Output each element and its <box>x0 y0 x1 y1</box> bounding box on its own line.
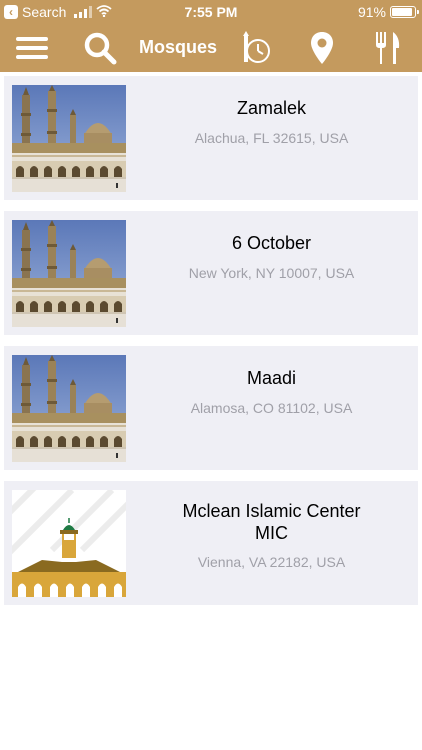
prayer-clock-icon[interactable] <box>238 30 274 66</box>
mosque-card[interactable]: Mclean Islamic Center MIC Vienna, VA 221… <box>4 481 418 605</box>
mosque-address: Alamosa, CO 81102, USA <box>190 400 353 416</box>
nav-bar: Mosques <box>0 24 422 72</box>
location-pin-icon[interactable] <box>304 30 340 66</box>
mosque-address: Alachua, FL 32615, USA <box>194 130 349 146</box>
mosque-name: 6 October <box>231 233 312 253</box>
mosque-address: Vienna, VA 22182, USA <box>197 554 346 570</box>
battery-percent: 91% <box>357 4 386 20</box>
mosque-address: New York, NY 10007, USA <box>188 265 355 281</box>
mosque-photo <box>12 355 126 462</box>
status-bar: ‹ Search 7:55 PM 91% <box>0 0 422 24</box>
mosque-photo <box>12 220 126 327</box>
menu-icon[interactable] <box>14 30 50 66</box>
restaurant-icon[interactable] <box>370 30 406 66</box>
mosque-photo <box>12 85 126 192</box>
battery-icon <box>390 6 419 18</box>
mosque-name: Mclean Islamic Center MIC <box>182 501 361 543</box>
page-title: Mosques <box>138 37 217 57</box>
mosque-card[interactable]: Zamalek Alachua, FL 32615, USA <box>4 76 418 200</box>
mosque-name: Maadi <box>246 368 297 388</box>
mosque-card[interactable]: Maadi Alamosa, CO 81102, USA <box>4 346 418 470</box>
search-icon[interactable] <box>82 30 118 66</box>
mosque-logo <box>12 490 126 597</box>
mosque-name: Zamalek <box>236 98 307 118</box>
mosque-card[interactable]: 6 October New York, NY 10007, USA <box>4 211 418 335</box>
